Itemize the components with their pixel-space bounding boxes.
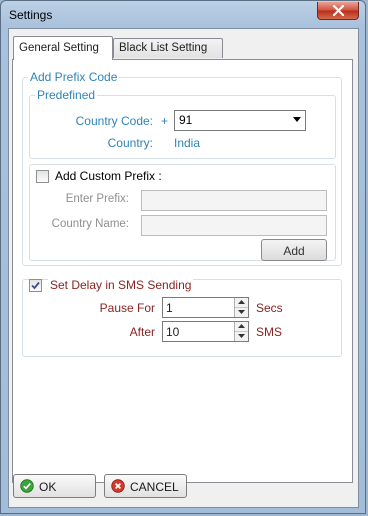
enter-prefix-input[interactable] [141, 190, 327, 211]
country-name-input[interactable] [141, 215, 327, 236]
after-unit: SMS [256, 325, 283, 339]
pause-for-value: 1 [166, 301, 173, 315]
predefined-legend: Predefined [35, 88, 98, 102]
tab-label: Black List Setting [119, 42, 208, 54]
settings-window: Settings General Setting Black List Sett… [0, 0, 366, 514]
country-name-label: Country Name: [51, 218, 129, 230]
pause-down-arrow[interactable] [235, 308, 248, 317]
sms-delay-group: Set Delay in SMS Sending Pause For 1 Sec… [22, 278, 342, 357]
after-stepper-arrows [234, 322, 248, 341]
window-title: Settings [9, 8, 53, 22]
country-value: India [174, 136, 201, 150]
tab-black-list-setting[interactable]: Black List Setting [113, 38, 223, 58]
pause-for-stepper[interactable]: 1 [162, 297, 249, 318]
check-circle-icon [20, 479, 34, 493]
custom-prefix-label: Add Custom Prefix : [55, 169, 162, 183]
after-label: After [129, 325, 155, 339]
general-setting-panel: Add Prefix Code Predefined Country Code:… [12, 59, 353, 483]
ok-button[interactable]: OK [13, 474, 96, 498]
pause-up-arrow[interactable] [235, 298, 248, 308]
ok-label: OK [39, 480, 57, 494]
title-bar[interactable]: Settings [1, 1, 365, 29]
cancel-label: CANCEL [130, 480, 179, 494]
country-code-select[interactable]: 91 [174, 110, 306, 131]
pause-unit: Secs [256, 301, 283, 315]
after-down-arrow[interactable] [235, 332, 248, 341]
pause-for-label: Pause For [99, 301, 155, 315]
country-code-value: 91 [179, 113, 193, 127]
chevron-down-icon [238, 310, 245, 314]
tab-label: General Setting [19, 42, 99, 54]
after-value: 10 [166, 325, 180, 339]
chevron-down-icon [238, 334, 245, 338]
country-code-label: Country Code: [75, 114, 153, 128]
add-button[interactable]: Add [261, 239, 327, 261]
country-label: Country: [107, 136, 153, 150]
pause-stepper-arrows [234, 298, 248, 317]
dialog-client: General Setting Black List Setting Add P… [8, 28, 359, 508]
set-delay-checkbox[interactable] [29, 279, 42, 292]
cancel-circle-icon [111, 479, 125, 493]
plus-sign: + [161, 114, 169, 128]
custom-prefix-group: Add Custom Prefix : Enter Prefix: Countr… [29, 164, 336, 261]
after-stepper[interactable]: 10 [162, 321, 249, 342]
tab-general-setting[interactable]: General Setting [13, 36, 113, 60]
close-button[interactable] [317, 2, 359, 20]
chevron-down-icon [293, 117, 301, 122]
close-icon [332, 5, 345, 16]
add-prefix-legend: Add Prefix Code [28, 70, 120, 84]
checkmark-icon [31, 281, 40, 290]
custom-prefix-checkbox[interactable] [36, 170, 49, 183]
cancel-button[interactable]: CANCEL [104, 474, 187, 498]
chevron-up-icon [238, 324, 245, 328]
enter-prefix-label: Enter Prefix: [65, 193, 129, 205]
add-prefix-group: Add Prefix Code Predefined Country Code:… [22, 70, 342, 266]
add-button-label: Add [283, 244, 305, 258]
chevron-up-icon [238, 300, 245, 304]
set-delay-label: Set Delay in SMS Sending [48, 278, 194, 292]
predefined-group: Predefined Country Code: + 91 Country: I… [29, 88, 336, 159]
after-up-arrow[interactable] [235, 322, 248, 332]
